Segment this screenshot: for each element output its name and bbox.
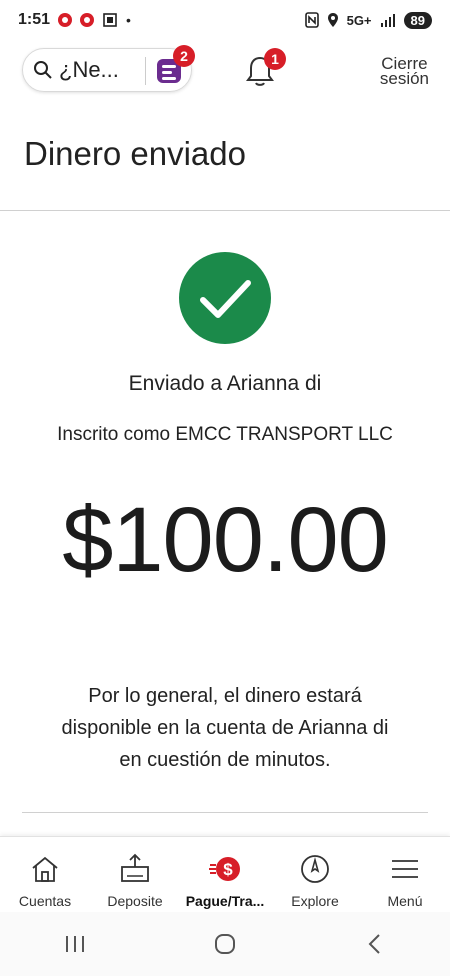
status-bar: 1:51 • 5G+ 89 (0, 0, 450, 40)
header-divider (0, 210, 450, 211)
nav-label: Pague/Tra... (185, 893, 265, 909)
logout-button[interactable]: Cierre sesión (379, 55, 429, 88)
enrolled-as: Inscrito como EMCC TRANSPORT LLC (57, 424, 393, 445)
home-circle-icon (215, 934, 235, 954)
app-notification-icon (80, 13, 95, 27)
search-bar[interactable]: ¿Ne... 2 (22, 45, 195, 92)
nav-item-menu[interactable]: Menú (360, 837, 450, 913)
inbox-badge: 2 (173, 45, 195, 67)
availability-line: disponible en la cuenta de Arianna di (61, 717, 389, 739)
nav-label: Menú (387, 893, 423, 909)
page-title: Dinero enviado (24, 135, 246, 172)
search-icon (34, 61, 52, 79)
signal-icon (380, 14, 395, 27)
nav-item-cuentas[interactable]: Cuentas (0, 837, 90, 913)
availability-message: Por lo general, el dinero estará disponi… (20, 680, 430, 776)
search-placeholder: ¿Ne... (59, 57, 119, 82)
nav-item-deposite[interactable]: Deposite (90, 837, 180, 913)
notification-badge: 1 (264, 48, 286, 70)
status-time: 1:51 (18, 11, 51, 28)
logout-label-line2: sesión (379, 69, 429, 88)
app-header: ¿Ne... 2 1 Cierre sesión (0, 44, 450, 100)
content-divider (22, 812, 428, 813)
home-button[interactable] (195, 924, 255, 964)
nav-label: Deposite (107, 893, 163, 909)
status-dot: • (126, 12, 131, 28)
nav-item-explore[interactable]: Explore (270, 837, 360, 913)
nav-label: Cuentas (18, 893, 72, 909)
battery-indicator: 89 (403, 11, 432, 29)
back-button[interactable] (345, 924, 405, 964)
availability-line: Por lo general, el dinero estará (88, 685, 362, 707)
location-icon (327, 13, 338, 27)
availability-line: en cuestión de minutos. (119, 749, 331, 771)
nav-label: Explore (291, 893, 339, 909)
sent-to-recipient: Enviado a Arianna di (128, 372, 322, 395)
compass-icon (301, 855, 329, 883)
deposit-icon (121, 853, 149, 882)
hamburger-menu-icon (392, 860, 418, 878)
pay-transfer-icon: $ (209, 857, 240, 881)
nav-item-pague-transfiera[interactable]: $ Pague/Tra... (180, 837, 270, 913)
screenshot-icon (103, 13, 117, 27)
system-navigation-bar (0, 912, 450, 976)
amount-sent: $100.00 (62, 489, 389, 591)
success-check-icon (179, 252, 271, 344)
status-bar-right: 5G+ 89 (304, 11, 432, 29)
status-bar-left: 1:51 • (18, 11, 131, 29)
network-type: 5G+ (346, 12, 372, 28)
svg-text:$: $ (223, 860, 233, 879)
search-divider (145, 57, 146, 85)
recent-apps-icon (66, 936, 84, 952)
nfc-icon (304, 12, 319, 28)
bottom-navigation: Cuentas Deposite $ Pague/Tra... Explore (0, 836, 450, 913)
house-icon (32, 856, 58, 882)
back-chevron-icon (368, 934, 380, 954)
recent-apps-button[interactable] (45, 924, 105, 964)
app-notification-icon (58, 13, 73, 27)
